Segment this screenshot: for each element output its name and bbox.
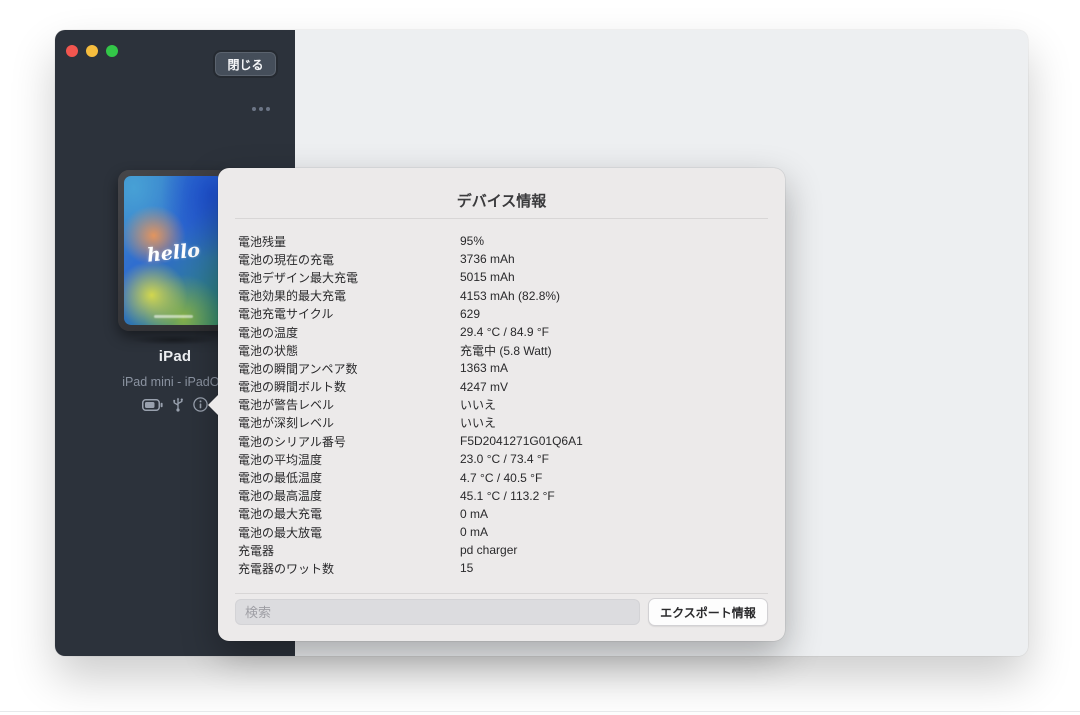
popover-arrow — [208, 395, 218, 415]
table-row: 充電器pd charger — [238, 541, 768, 559]
popover-title: デバイス情報 — [218, 190, 785, 211]
table-row: 電池の平均温度23.0 °C / 73.4 °F — [238, 450, 768, 468]
row-label: 電池が警告レベル — [238, 396, 460, 413]
table-row: 電池の瞬間ボルト数4247 mV — [238, 378, 768, 396]
table-row: 電池残量95% — [238, 232, 768, 250]
row-label: 電池の最高温度 — [238, 487, 460, 504]
row-label: 電池の最大充電 — [238, 505, 460, 522]
row-label: 電池の状態 — [238, 342, 460, 359]
table-row: 電池充電サイクル629 — [238, 305, 768, 323]
table-row: 電池の現在の充電3736 mAh — [238, 250, 768, 268]
divider — [235, 593, 768, 594]
table-row: 電池の瞬間アンペア数1363 mA — [238, 359, 768, 377]
row-value: 4247 mV — [460, 380, 768, 394]
device-wallpaper: hello — [124, 176, 223, 325]
row-value: いいえ — [460, 396, 768, 413]
table-row: 電池が深刻レベルいいえ — [238, 414, 768, 432]
row-value: 629 — [460, 307, 768, 321]
battery-icon — [142, 399, 163, 411]
export-button[interactable]: エクスポート情報 — [648, 598, 768, 626]
row-label: 電池の平均温度 — [238, 451, 460, 468]
row-value: 95% — [460, 234, 768, 248]
window-controls — [66, 45, 118, 57]
row-value: pd charger — [460, 543, 768, 557]
table-row: 電池の最大放電0 mA — [238, 523, 768, 541]
popover-footer: エクスポート情報 — [235, 598, 768, 626]
row-value: 0 mA — [460, 507, 768, 521]
device-image-shadow — [113, 333, 234, 347]
row-label: 電池の現在の充電 — [238, 251, 460, 268]
row-label: 電池の最低温度 — [238, 469, 460, 486]
table-row: 電池の最低温度4.7 °C / 40.5 °F — [238, 468, 768, 486]
wallpaper-hello-text: hello — [124, 236, 223, 268]
row-value: 3736 mAh — [460, 252, 768, 266]
minimize-window-button[interactable] — [86, 45, 98, 57]
zoom-window-button[interactable] — [106, 45, 118, 57]
table-row: 電池のシリアル番号F5D2041271G01Q6A1 — [238, 432, 768, 450]
row-value: 4153 mAh (82.8%) — [460, 289, 768, 303]
row-label: 電池のシリアル番号 — [238, 433, 460, 450]
device-info-table: 電池残量95%電池の現在の充電3736 mAh電池デザイン最大充電5015 mA… — [238, 232, 768, 578]
row-label: 電池の瞬間アンペア数 — [238, 360, 460, 377]
close-button[interactable]: 閉じる — [213, 50, 278, 78]
row-value: 5015 mAh — [460, 270, 768, 284]
row-value: 15 — [460, 561, 768, 575]
close-window-button[interactable] — [66, 45, 78, 57]
table-row: 電池が警告レベルいいえ — [238, 396, 768, 414]
table-row: 電池の状態充電中 (5.8 Watt) — [238, 341, 768, 359]
row-label: 電池効果的最大充電 — [238, 287, 460, 304]
page-bottom-divider — [0, 711, 1080, 712]
device-image: hello — [118, 170, 229, 331]
table-row: 電池効果的最大充電4153 mAh (82.8%) — [238, 287, 768, 305]
table-row: 充電器のワット数15 — [238, 559, 768, 577]
row-label: 電池が深刻レベル — [238, 414, 460, 431]
row-label: 充電器 — [238, 542, 460, 559]
row-label: 電池の最大放電 — [238, 524, 460, 541]
row-value: 充電中 (5.8 Watt) — [460, 342, 768, 359]
row-value: 45.1 °C / 113.2 °F — [460, 489, 768, 503]
more-options-icon[interactable] — [252, 107, 270, 111]
divider — [235, 218, 768, 219]
table-row: 電池の最大充電0 mA — [238, 505, 768, 523]
row-label: 電池の温度 — [238, 324, 460, 341]
row-value: 4.7 °C / 40.5 °F — [460, 471, 768, 485]
row-label: 充電器のワット数 — [238, 560, 460, 577]
wallpaper-setup-text — [154, 315, 194, 318]
usb-icon — [172, 397, 184, 412]
row-value: 29.4 °C / 84.9 °F — [460, 325, 768, 339]
device-info-popover: デバイス情報 電池残量95%電池の現在の充電3736 mAh電池デザイン最大充電… — [218, 168, 785, 641]
row-value: いいえ — [460, 414, 768, 431]
table-row: 電池の温度29.4 °C / 84.9 °F — [238, 323, 768, 341]
row-label: 電池の瞬間ボルト数 — [238, 378, 460, 395]
row-label: 電池デザイン最大充電 — [238, 269, 460, 286]
row-value: 1363 mA — [460, 361, 768, 375]
row-value: 23.0 °C / 73.4 °F — [460, 452, 768, 466]
info-icon[interactable] — [193, 397, 208, 412]
search-input[interactable] — [235, 599, 640, 625]
table-row: 電池の最高温度45.1 °C / 113.2 °F — [238, 487, 768, 505]
screen: 閉じる hello iPad iPad mini - iPadOS — [0, 0, 1080, 715]
row-value: F5D2041271G01Q6A1 — [460, 434, 768, 448]
table-row: 電池デザイン最大充電5015 mAh — [238, 268, 768, 286]
row-label: 電池残量 — [238, 233, 460, 250]
row-label: 電池充電サイクル — [238, 305, 460, 322]
row-value: 0 mA — [460, 525, 768, 539]
